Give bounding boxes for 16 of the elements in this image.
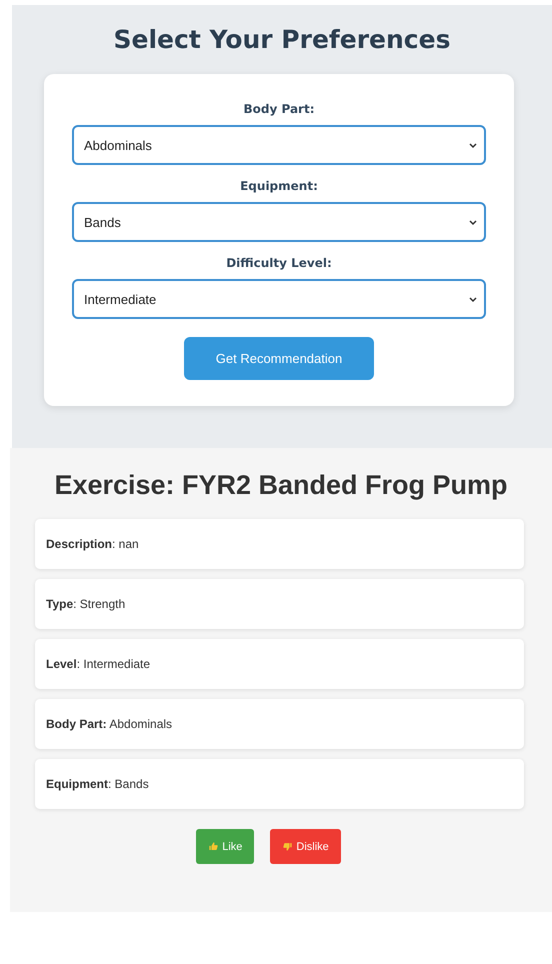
field-label: Body Part:	[243, 102, 314, 116]
thumbs-up-icon	[208, 841, 220, 852]
dislike-button[interactable]: Dislike	[270, 829, 341, 864]
field-label: Equipment:	[240, 179, 318, 193]
thumbs-down-icon	[282, 841, 294, 852]
field-label: Difficulty Level:	[226, 256, 332, 270]
detail-text: Equipment: Bands	[46, 777, 149, 791]
detail-text: Type: Strength	[46, 597, 126, 611]
page-title: Select Your Preferences	[112, 25, 452, 54]
dropdown[interactable]: Intermediate	[72, 279, 486, 319]
detail-text: Description: nan	[46, 537, 139, 551]
detail-text: Body Part: Abdominals	[46, 717, 172, 731]
dropdown[interactable]: Bands	[72, 202, 486, 242]
detail-text: Level: Intermediate	[46, 657, 150, 671]
dropdown[interactable]: Abdominals	[72, 125, 486, 165]
exercise-title: Exercise: FYR2 Banded Frog Pump	[53, 470, 509, 501]
